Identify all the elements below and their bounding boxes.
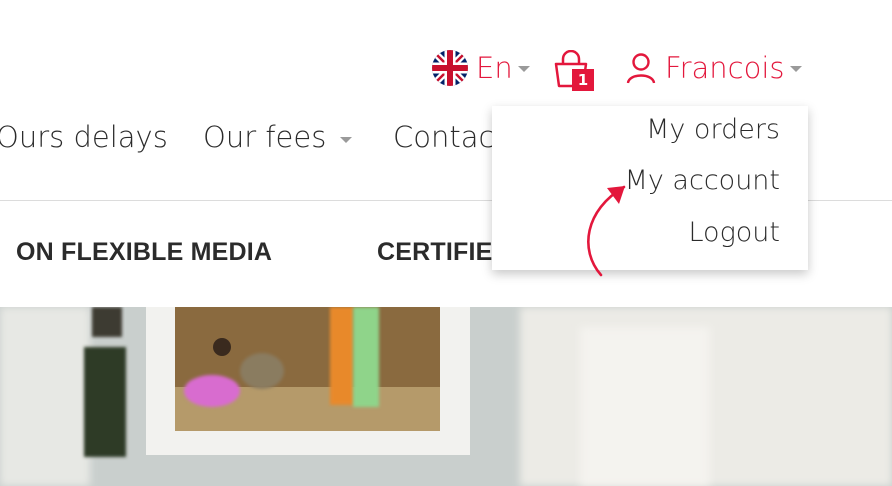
nav-item-label: Ours delays	[0, 120, 168, 154]
hero-image	[0, 307, 892, 486]
menu-item-my-account[interactable]: My account	[625, 165, 780, 196]
uk-flag-icon	[432, 50, 468, 86]
user-dropdown-menu: My orders My account Logout	[492, 106, 808, 270]
nav-item-ours-delays[interactable]: Ours delays	[0, 120, 168, 154]
nav-item-contact[interactable]: Contact	[393, 120, 506, 154]
language-selector[interactable]: En	[432, 50, 530, 86]
nav-item-label: Our fees	[203, 120, 327, 154]
menu-item-logout[interactable]: Logout	[688, 217, 780, 248]
chevron-down-icon	[517, 66, 530, 72]
chevron-down-icon	[789, 66, 802, 72]
category-flexible-media[interactable]: ON FLEXIBLE MEDIA	[16, 238, 272, 267]
menu-item-my-orders[interactable]: My orders	[646, 114, 780, 145]
cart-count-badge: 1	[572, 69, 594, 91]
top-bar: En 1 Francois	[0, 40, 892, 100]
user-menu-toggle[interactable]: Francois	[626, 50, 802, 86]
user-icon	[626, 53, 656, 84]
category-certified[interactable]: CERTIFIED	[377, 238, 511, 267]
language-label: En	[476, 51, 513, 85]
cart-button[interactable]: 1	[553, 50, 594, 96]
user-name: Francois	[665, 51, 785, 85]
nav-item-label: Contact	[393, 120, 506, 154]
chevron-down-icon	[340, 137, 353, 143]
nav-item-our-fees[interactable]: Our fees	[203, 120, 353, 154]
